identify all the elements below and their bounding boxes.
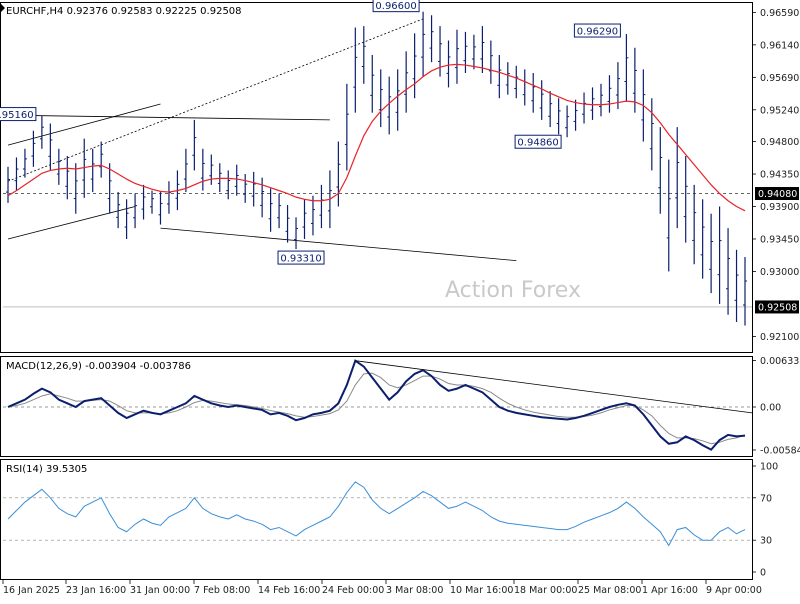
rsi-axis-label: 30 bbox=[760, 536, 772, 547]
price-axis-label: 0.94350 bbox=[760, 170, 799, 181]
chart-svg: Action Forex 0.95160 0.93310 0.96600 0.96290… bbox=[0, 0, 800, 596]
time-axis-label: 18 Mar 00:00 bbox=[514, 585, 577, 596]
symbol-header: EURCHF,H4 0.92376 0.92583 0.92225 0.9250… bbox=[6, 6, 242, 17]
time-axis-label: 3 Mar 08:00 bbox=[386, 585, 443, 596]
macd-header: MACD(12,26,9) -0.003904 -0.003786 bbox=[6, 361, 191, 372]
time-axis-label: 16 Jan 2025 bbox=[3, 585, 60, 596]
price-axis-label: 0.93450 bbox=[760, 234, 799, 245]
price-axis-label: 0.96590 bbox=[760, 8, 799, 19]
time-axis-label: 9 Apr 00:00 bbox=[706, 585, 762, 596]
macd-axis-label: -0.005845 bbox=[760, 445, 800, 456]
price-axis-label: 0.94800 bbox=[760, 137, 799, 148]
macd-trendline bbox=[355, 360, 753, 414]
price-axis-label: 0.92100 bbox=[760, 332, 799, 343]
price-annotation-label: 0.95160 bbox=[0, 110, 34, 121]
resistance-line bbox=[33, 115, 330, 121]
time-axis-label: 14 Feb 16:00 bbox=[258, 585, 320, 596]
time-axis-label: 25 Mar 08:00 bbox=[578, 585, 641, 596]
macd-axis-label: 0.00 bbox=[760, 403, 781, 414]
forex-chart: Action Forex 0.95160 0.93310 0.96600 0.96290… bbox=[0, 0, 800, 600]
upper-trendline bbox=[7, 18, 424, 182]
time-axis-label: 10 Mar 16:00 bbox=[450, 585, 513, 596]
current-price-label: 0.92508 bbox=[758, 302, 797, 313]
time-axis-label: 23 Jan 16:00 bbox=[66, 585, 126, 596]
price-axis-label: 0.93000 bbox=[760, 267, 799, 278]
panel-border bbox=[0, 2, 753, 353]
rsi-header: RSI(14) 39.5305 bbox=[6, 464, 87, 475]
channel-lower-line bbox=[7, 206, 136, 240]
rsi-line bbox=[7, 481, 746, 547]
rsi-axis-label: 70 bbox=[760, 493, 772, 504]
time-axis-label: 1 Apr 16:00 bbox=[642, 585, 698, 596]
watermark-text: Action Forex bbox=[445, 278, 581, 303]
header-arrow-icon bbox=[1, 4, 5, 12]
price-annotation-label: 0.93310 bbox=[280, 254, 321, 265]
reference-level-label: 0.94080 bbox=[758, 189, 797, 200]
support-line bbox=[160, 227, 517, 262]
price-annotation-label: 0.96290 bbox=[577, 27, 618, 38]
price-annotation-label: 0.94860 bbox=[517, 138, 558, 149]
price-panel: Action Forex 0.95160 0.93310 0.96600 0.96290… bbox=[0, 0, 799, 343]
rsi-axis-label: 100 bbox=[760, 462, 778, 473]
price-axis-label: 0.93900 bbox=[760, 202, 799, 213]
time-axis-label: 7 Feb 08:00 bbox=[194, 585, 250, 596]
price-axis-label: 0.95690 bbox=[760, 73, 799, 84]
macd-panel: MACD(12,26,9) -0.003904 -0.003786 0.00633… bbox=[3, 356, 800, 456]
time-axis-label: 24 Feb 00:00 bbox=[322, 585, 384, 596]
macd-line bbox=[7, 359, 746, 451]
price-annotation-label: 0.96600 bbox=[375, 1, 416, 12]
time-axis: 16 Jan 2025 23 Jan 16:00 31 Jan 00:00 7 Feb… bbox=[2, 580, 762, 596]
time-axis-label: 31 Jan 00:00 bbox=[130, 585, 190, 596]
rsi-axis-label: 0 bbox=[760, 568, 766, 579]
price-axis-label: 0.95240 bbox=[760, 105, 799, 116]
macd-axis-label: 0.006332 bbox=[760, 356, 800, 367]
price-axis-label: 0.96140 bbox=[760, 40, 799, 51]
rsi-panel: RSI(14) 39.5305 100 70 30 0 bbox=[3, 462, 778, 579]
